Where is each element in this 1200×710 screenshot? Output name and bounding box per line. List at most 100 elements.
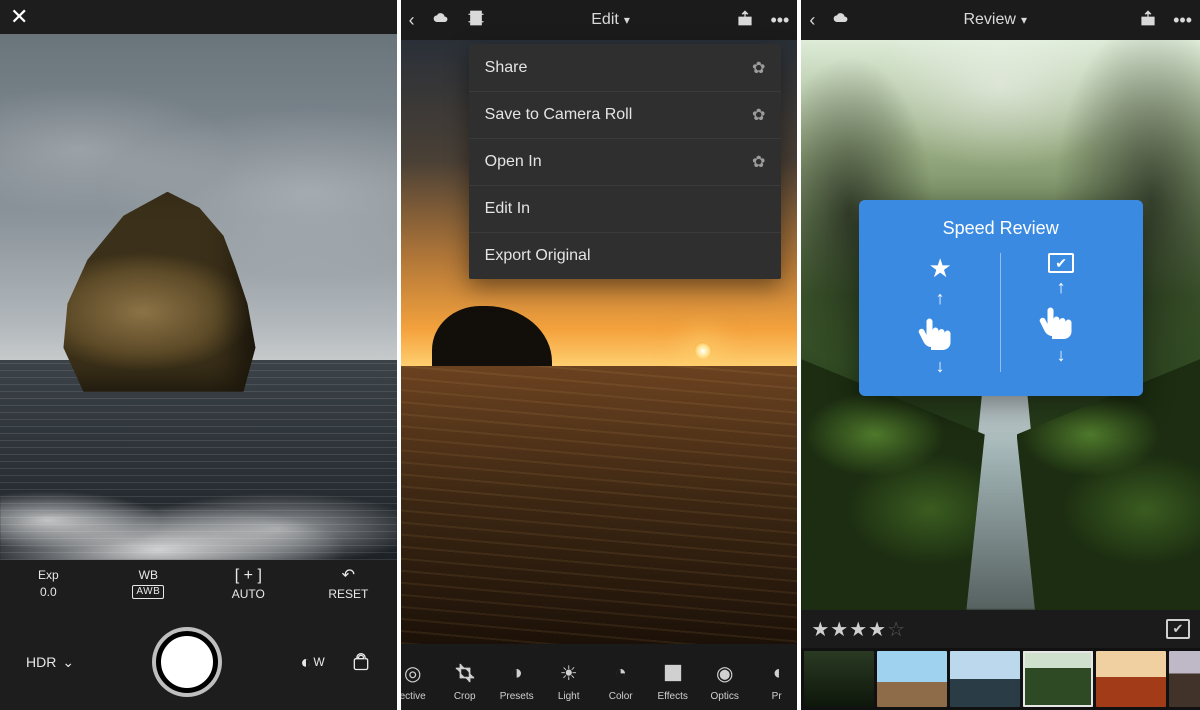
menu-save-label: Save to Camera Roll [485, 106, 633, 124]
review-title: Review [963, 11, 1015, 29]
tool-presets-label: Presets [500, 691, 534, 702]
thumbnail[interactable] [1096, 651, 1166, 707]
lock-open-icon[interactable] [351, 652, 371, 672]
presets-icon: ◑ [511, 659, 523, 687]
camera-screen: ✕ Exp 0.0 WB AWB [ + ] AUTO ↶ RESET [0, 0, 397, 710]
crop-frame-icon[interactable] [467, 9, 485, 32]
exposure-label: Exp [38, 568, 59, 582]
thumbnail[interactable] [877, 651, 947, 707]
filmstrip[interactable] [801, 648, 1200, 710]
tool-optics-label: Optics [711, 691, 739, 702]
edit-screen: ‹ Edit ▾ ••• Share ✿ [401, 0, 798, 710]
hdr-toggle[interactable]: HDR ⌄ [26, 654, 74, 671]
arrow-down-icon: ↓ [1057, 349, 1066, 361]
gear-icon[interactable]: ✿ [752, 152, 765, 172]
menu-openin-label: Open In [485, 153, 542, 171]
tool-color-label: Color [609, 691, 633, 702]
undo-icon: ↶ [342, 568, 355, 584]
beach-photo [401, 366, 798, 644]
share-menu: Share ✿ Save to Camera Roll ✿ Open In ✿ … [469, 44, 782, 279]
review-header: ‹ Review ▾ ••• [801, 0, 1200, 40]
edit-header: ‹ Edit ▾ ••• [401, 0, 798, 40]
exposure-control[interactable]: Exp 0.0 [21, 568, 75, 601]
camera-topbar: ✕ [0, 0, 397, 34]
rating-bar: ★★★★☆ ✔ [801, 610, 1200, 648]
gear-icon[interactable]: ✿ [752, 58, 765, 78]
tool-last[interactable]: ◖ Pr [751, 659, 798, 710]
wb-label: WB [139, 568, 158, 582]
thumbnail[interactable] [1169, 651, 1200, 707]
swipe-hand-icon [1037, 301, 1085, 341]
menu-share-label: Share [485, 59, 528, 77]
exposure-value: 0.0 [40, 585, 57, 599]
chevron-down-icon: ▾ [624, 13, 630, 27]
thumbnail[interactable] [804, 651, 874, 707]
reset-control[interactable]: ↶ RESET [321, 568, 375, 601]
auto-label: AUTO [232, 587, 265, 601]
star-filled-icon: ★ [849, 619, 867, 641]
effects-icon [662, 659, 684, 687]
lens-switch[interactable]: ◐ W [300, 652, 324, 673]
menu-export-original[interactable]: Export Original [469, 232, 782, 279]
edit-mode-dropdown[interactable]: Edit ▾ [591, 11, 630, 29]
tool-crop-label: Crop [454, 691, 476, 702]
share-icon[interactable] [736, 9, 754, 32]
chevron-down-icon: ⌄ [62, 654, 74, 671]
thumbnail[interactable] [950, 651, 1020, 707]
camera-bottombar: Exp 0.0 WB AWB [ + ] AUTO ↶ RESET HDR ⌄ [0, 560, 397, 710]
camera-viewfinder [0, 34, 397, 560]
flag-toggle[interactable]: ✔ [1166, 619, 1190, 639]
more-icon[interactable]: ••• [770, 10, 789, 31]
tool-light[interactable]: ☀ Light [543, 659, 595, 710]
flag-check-icon: ✔ [1048, 253, 1074, 273]
light-icon: ☀ [560, 659, 578, 687]
cloud-icon[interactable] [431, 10, 451, 31]
speed-review-flag-column: ✔ ↑ ↓ [1001, 253, 1121, 372]
color-icon: ◔ [615, 659, 627, 687]
menu-save-camera-roll[interactable]: Save to Camera Roll ✿ [469, 91, 782, 138]
more-icon[interactable]: ••• [1173, 10, 1192, 31]
tool-color[interactable]: ◔ Color [595, 659, 647, 710]
menu-editin-label: Edit In [485, 200, 530, 218]
auto-control[interactable]: [ + ] AUTO [221, 568, 275, 601]
arrow-up-icon: ↑ [936, 292, 945, 304]
review-mode-dropdown[interactable]: Review ▾ [963, 11, 1027, 29]
bracket-plus-icon: [ + ] [235, 568, 262, 584]
star-rating[interactable]: ★★★★☆ [811, 617, 906, 642]
menu-share[interactable]: Share ✿ [469, 44, 782, 91]
back-icon[interactable]: ‹ [409, 10, 415, 31]
star-filled-icon: ★ [868, 619, 886, 641]
tool-selective-label: ective [401, 691, 426, 702]
back-icon[interactable]: ‹ [809, 10, 815, 31]
awb-badge: AWB [132, 585, 164, 599]
menu-edit-in[interactable]: Edit In [469, 185, 782, 232]
optics-icon: ◉ [716, 659, 733, 687]
menu-export-label: Export Original [485, 247, 591, 265]
edit-toolstrip: ◎ ective Crop ◑ Presets ☀ Light ◔ Color … [401, 644, 798, 710]
close-icon[interactable]: ✕ [10, 6, 28, 28]
share-icon[interactable] [1139, 9, 1157, 32]
speed-review-overlay: Speed Review ★ ↑ ↓ ✔ ↑ ↓ [859, 200, 1143, 396]
star-empty-icon: ☆ [887, 619, 905, 641]
tool-crop[interactable]: Crop [439, 659, 491, 710]
white-balance-control[interactable]: WB AWB [121, 568, 175, 601]
lens-icon: ◐ [300, 652, 311, 673]
tool-last-label: Pr [772, 691, 782, 702]
gear-icon[interactable]: ✿ [752, 105, 765, 125]
speed-review-title: Speed Review [869, 218, 1133, 239]
arrow-down-icon: ↓ [936, 360, 945, 372]
halfcircle-icon: ◖ [771, 659, 783, 687]
selective-icon: ◎ [404, 659, 421, 687]
reset-label: RESET [328, 587, 368, 601]
thumbnail-selected[interactable] [1023, 651, 1093, 707]
cloud-icon[interactable] [831, 10, 851, 31]
tool-effects[interactable]: Effects [647, 659, 699, 710]
tool-optics[interactable]: ◉ Optics [699, 659, 751, 710]
star-icon: ★ [929, 253, 952, 284]
tool-presets[interactable]: ◑ Presets [491, 659, 543, 710]
tool-selective[interactable]: ◎ ective [401, 659, 439, 710]
arrow-up-icon: ↑ [1057, 281, 1066, 293]
menu-open-in[interactable]: Open In ✿ [469, 138, 782, 185]
chevron-down-icon: ▾ [1021, 13, 1027, 27]
shutter-button[interactable] [156, 631, 218, 693]
